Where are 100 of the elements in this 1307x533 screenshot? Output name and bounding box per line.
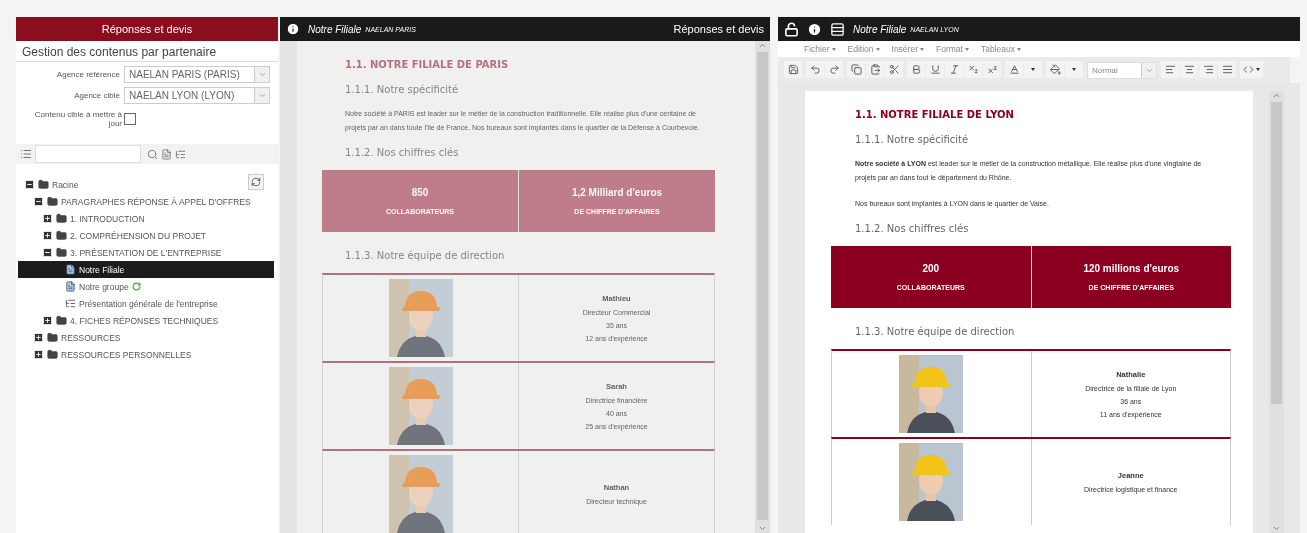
figure-value: 200 xyxy=(922,263,940,274)
tree-label: 2. COMPRÉHENSION DU PROJET xyxy=(70,230,207,241)
tree-item[interactable]: PARAGRAPHES RÉPONSE À APPEL D'OFFRES xyxy=(18,193,274,210)
document-icon[interactable] xyxy=(161,148,172,160)
code-button[interactable] xyxy=(1240,61,1263,78)
info-icon[interactable] xyxy=(286,22,300,36)
justify-icon xyxy=(1221,64,1233,75)
folder-icon xyxy=(56,213,67,224)
tree-item[interactable]: 4. FICHES RÉPONSES TECHNIQUES xyxy=(18,312,274,329)
folder-icon xyxy=(56,247,67,258)
document-title: Notre Filiale xyxy=(308,23,362,35)
text-color-button[interactable] xyxy=(1005,61,1023,78)
menu-item[interactable]: Format xyxy=(936,44,969,54)
copy-button[interactable] xyxy=(847,61,865,78)
folder-icon xyxy=(47,349,58,360)
document-icon xyxy=(65,264,76,275)
document-icon xyxy=(65,281,76,292)
tree-label: Présentation générale de l'entreprise xyxy=(79,298,218,309)
list-icon[interactable] xyxy=(20,148,32,160)
bold-button[interactable] xyxy=(907,61,925,78)
tree-label: PARAGRAPHES RÉPONSE À APPEL D'OFFRES xyxy=(61,196,251,207)
agency-select[interactable]: NAELAN PARIS (PARIS) xyxy=(124,66,270,83)
refresh-button[interactable] xyxy=(248,174,264,190)
tree-item[interactable]: Notre groupe xyxy=(18,278,274,295)
scroll-down-icon[interactable] xyxy=(758,524,767,533)
scroll-up-icon[interactable] xyxy=(758,41,767,50)
tree-item[interactable]: RESSOURCES xyxy=(18,329,274,346)
align-center-button[interactable] xyxy=(1180,61,1198,78)
folder-icon xyxy=(56,230,67,241)
refresh-icon xyxy=(251,177,261,187)
search-icon[interactable] xyxy=(147,148,158,160)
tree-label: 1. INTRODUCTION xyxy=(70,213,145,224)
section-heading: 1.1.1. Notre spécificité xyxy=(344,84,460,95)
tree-item[interactable]: 2. COMPRÉHENSION DU PROJET xyxy=(18,227,274,244)
checkbox[interactable] xyxy=(124,113,136,125)
menu-item[interactable]: Fichier xyxy=(804,44,836,54)
unlock-icon[interactable] xyxy=(784,21,799,37)
expand-icon[interactable] xyxy=(42,230,53,241)
menu-item[interactable]: Edition xyxy=(847,44,880,54)
italic-button[interactable] xyxy=(945,61,963,78)
align-right-button[interactable] xyxy=(1199,61,1217,78)
expand-icon[interactable] xyxy=(42,315,53,326)
tree-label: Notre Filiale xyxy=(79,264,125,275)
text-color-icon xyxy=(1008,64,1020,75)
agency-select[interactable]: NAELAN LYON (LYON) xyxy=(124,87,270,104)
superscript-icon xyxy=(986,64,998,75)
section-heading: 1.1.3. Notre équipe de direction xyxy=(344,250,506,261)
save-icon xyxy=(787,64,799,75)
info-icon[interactable] xyxy=(807,21,822,37)
tree-item[interactable]: Notre Filiale xyxy=(18,261,274,278)
tree-item[interactable]: 1. INTRODUCTION xyxy=(18,210,274,227)
expand-icon[interactable] xyxy=(33,349,44,360)
chevron-icon xyxy=(1144,66,1154,75)
cut-icon xyxy=(888,64,900,75)
document-heading: 1.1. NOTRE FILIALE DE LYON xyxy=(854,109,1015,120)
menu-item[interactable]: Tableaux xyxy=(980,44,1021,54)
cut-button[interactable] xyxy=(885,61,903,78)
expand-icon[interactable] xyxy=(42,213,53,224)
underline-button[interactable] xyxy=(926,61,944,78)
section-heading: 1.1.3. Notre équipe de direction xyxy=(854,326,1016,337)
panel-header: Réponses et devis xyxy=(16,17,278,41)
align-left-icon xyxy=(1164,64,1176,75)
align-right-icon xyxy=(1202,64,1214,75)
panel-title: Gestion des contenus par partenaire xyxy=(16,41,278,62)
undo-button[interactable] xyxy=(806,61,824,78)
tree-label: RESSOURCES PERSONNELLES xyxy=(61,349,192,360)
expand-icon[interactable] xyxy=(33,332,44,343)
tree-label: 4. FICHES RÉPONSES TECHNIQUES xyxy=(70,315,219,326)
collapse-icon[interactable] xyxy=(42,247,53,258)
collapse-icon[interactable] xyxy=(24,179,35,190)
figure-value: 1,2 Milliard d'euros xyxy=(571,187,663,198)
tree-label: Racine xyxy=(52,179,79,190)
search-field[interactable] xyxy=(35,145,141,163)
menu-item[interactable]: Insérer xyxy=(891,44,924,54)
scroll-up-icon[interactable] xyxy=(1272,91,1281,100)
subscript-button[interactable] xyxy=(964,61,982,78)
tree-item[interactable]: Racine xyxy=(18,176,274,193)
scrollbar[interactable] xyxy=(755,41,770,533)
paste-button[interactable] xyxy=(866,61,884,78)
chevron-icon xyxy=(257,70,267,79)
field-label: Agence cible xyxy=(74,91,120,100)
tree-item[interactable]: Présentation générale de l'entreprise xyxy=(18,295,274,312)
justify-button[interactable] xyxy=(1218,61,1236,78)
figure-value: 120 millions d'euros xyxy=(1083,263,1180,274)
redo-button[interactable] xyxy=(825,61,843,78)
collapse-icon[interactable] xyxy=(33,196,44,207)
align-left-button[interactable] xyxy=(1161,61,1179,78)
tree-view-icon[interactable] xyxy=(175,148,186,160)
document-title: Notre Filiale xyxy=(853,23,907,35)
redo-icon xyxy=(828,64,840,75)
field-label: Agence référence xyxy=(56,70,120,79)
save-button[interactable] xyxy=(784,61,802,78)
scroll-down-icon[interactable] xyxy=(1272,524,1281,533)
scrollbar[interactable] xyxy=(1269,91,1284,533)
tree-item[interactable]: RESSOURCES PERSONNELLES xyxy=(18,346,274,363)
style-select[interactable]: Normal xyxy=(1087,62,1157,79)
align-center-icon xyxy=(1183,64,1195,75)
tree-item[interactable]: 3. PRÉSENTATION DE L'ENTREPRISE xyxy=(18,244,274,261)
superscript-button[interactable] xyxy=(983,61,1001,78)
stack-icon[interactable] xyxy=(830,21,845,37)
